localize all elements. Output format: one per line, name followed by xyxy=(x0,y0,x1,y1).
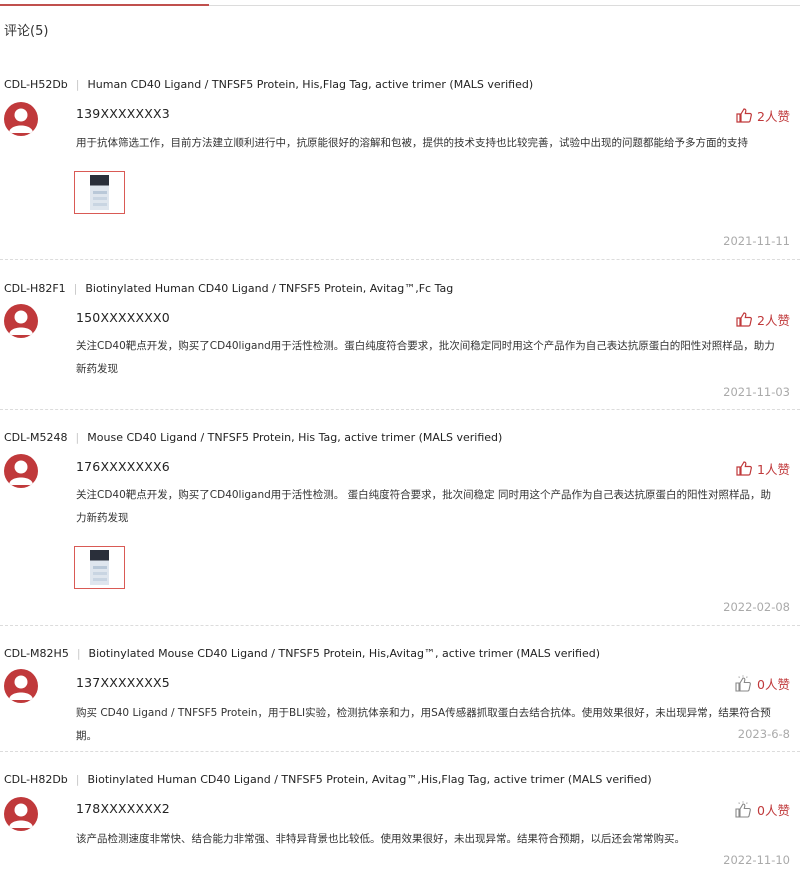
like-count: 0人赞 xyxy=(757,803,790,818)
thumbs-up-outline-icon xyxy=(735,801,752,818)
like-count: 1人赞 xyxy=(757,462,790,477)
thumbs-up-icon xyxy=(736,312,752,327)
reviews-heading: 评论(5) xyxy=(4,24,49,39)
review-text: 关注CD40靶点开发，购买了CD40ligand用于活性检测。 蛋白纯度符合要求… xyxy=(76,489,771,524)
like-button[interactable]: 2人赞 xyxy=(736,106,790,125)
review-item: CDL-M82H5 | Biotinylated Mouse CD40 Ligand… xyxy=(0,647,800,752)
like-button[interactable]: 0人赞 xyxy=(735,674,790,693)
like-button[interactable]: 1人赞 xyxy=(736,459,790,478)
thumbs-up-icon xyxy=(736,461,752,476)
review-item: CDL-H82F1 | Biotinylated Human CD40 Ligand… xyxy=(0,282,800,410)
review-text: 该产品检测速度非常快、结合能力非常强、非特异背景也比较低。使用效果很好，未出现异… xyxy=(76,833,685,845)
review-item: CDL-M5248 | Mouse CD40 Ligand / TNFSF5 Pro… xyxy=(0,431,800,626)
like-count: 2人赞 xyxy=(757,313,790,328)
like-count: 2人赞 xyxy=(757,109,790,124)
like-button[interactable]: 0人赞 xyxy=(735,800,790,819)
product-name[interactable]: Biotinylated Mouse CD40 Ligand / TNFSF5 … xyxy=(89,647,600,660)
product-name[interactable]: Human CD40 Ligand / TNFSF5 Protein, His,… xyxy=(88,78,534,91)
user-avatar xyxy=(4,304,38,338)
product-line: CDL-M82H5 | Biotinylated Mouse CD40 Ligand… xyxy=(4,647,601,660)
review-date: 2023-6-8 xyxy=(737,727,790,741)
like-count: 0人赞 xyxy=(757,677,790,692)
product-code[interactable]: CDL-H52Db xyxy=(4,78,68,91)
product-name[interactable]: Mouse CD40 Ligand / TNFSF5 Protein, His … xyxy=(87,431,502,444)
product-code[interactable]: CDL-M82H5 xyxy=(4,647,69,660)
product-code[interactable]: CDL-H82F1 xyxy=(4,282,66,295)
product-code[interactable]: CDL-H82Db xyxy=(4,773,68,786)
user-name: 137XXXXXXX5 xyxy=(76,675,170,690)
user-avatar xyxy=(4,669,38,703)
product-name[interactable]: Biotinylated Human CD40 Ligand / TNFSF5 … xyxy=(85,282,453,295)
user-name: 176XXXXXXX6 xyxy=(76,459,170,474)
user-name: 139XXXXXXX3 xyxy=(76,106,170,121)
product-line: CDL-H82F1 | Biotinylated Human CD40 Ligand… xyxy=(4,282,454,295)
thumbs-up-icon xyxy=(736,108,752,123)
user-name: 150XXXXXXX0 xyxy=(76,310,170,325)
active-tab-indicator xyxy=(0,4,209,6)
like-button[interactable]: 2人赞 xyxy=(736,310,790,329)
user-avatar xyxy=(4,797,38,831)
user-avatar xyxy=(4,454,38,488)
thumbs-up-outline-icon xyxy=(735,675,752,692)
product-line: CDL-H52Db | Human CD40 Ligand / TNFSF5 Pro… xyxy=(4,78,534,91)
product-line: CDL-H82Db | Biotinylated Human CD40 Ligand… xyxy=(4,773,652,786)
product-line: CDL-M5248 | Mouse CD40 Ligand / TNFSF5 Pro… xyxy=(4,431,503,444)
review-date: 2022-11-10 xyxy=(723,853,790,867)
review-text: 用于抗体筛选工作，目前方法建立顺利进行中，抗原能很好的溶解和包被，提供的技术支持… xyxy=(76,137,748,149)
review-item: CDL-H52Db | Human CD40 Ligand / TNFSF5 Pro… xyxy=(0,78,800,260)
review-date: 2021-11-11 xyxy=(723,234,790,248)
review-date: 2022-02-08 xyxy=(723,600,790,614)
review-date: 2021-11-03 xyxy=(723,385,790,399)
review-text: 关注CD40靶点开发，购买了CD40ligand用于活性检测。蛋白纯度符合要求，… xyxy=(76,340,775,375)
product-name[interactable]: Biotinylated Human CD40 Ligand / TNFSF5 … xyxy=(88,773,652,786)
review-image-thumbnail[interactable] xyxy=(74,546,125,589)
review-text: 购买 CD40 Ligand / TNFSF5 Protein，用于BLI实验，… xyxy=(76,707,771,742)
user-avatar xyxy=(4,102,38,136)
review-item: CDL-H82Db | Biotinylated Human CD40 Ligand… xyxy=(0,773,800,888)
gel-image xyxy=(90,175,109,210)
product-code[interactable]: CDL-M5248 xyxy=(4,431,68,444)
user-name: 178XXXXXXX2 xyxy=(76,801,170,816)
review-image-thumbnail[interactable] xyxy=(74,171,125,214)
gel-image xyxy=(90,550,109,585)
